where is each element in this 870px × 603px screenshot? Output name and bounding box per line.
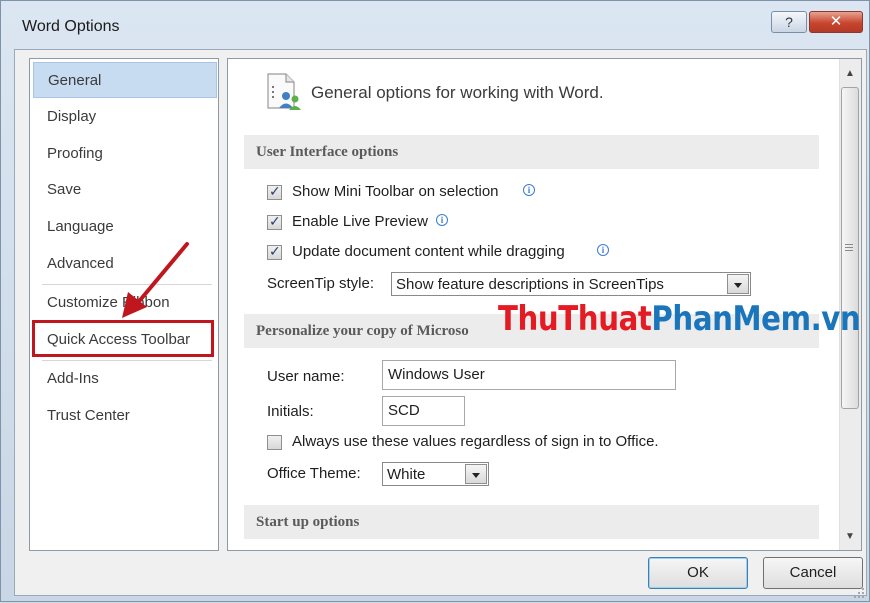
scroll-thumb[interactable] (841, 87, 859, 409)
nav-item-advanced[interactable]: Advanced (33, 246, 217, 282)
section-header-ui-options: User Interface options (244, 135, 819, 169)
username-input[interactable]: Windows User (382, 360, 676, 390)
info-icon: i (523, 184, 535, 196)
scroll-grip (845, 250, 853, 251)
options-nav: General Display Proofing Save Language A… (29, 58, 219, 551)
always-use-values-label: Always use these values regardless of si… (292, 433, 659, 450)
nav-item-add-ins[interactable]: Add-Ins (33, 361, 217, 397)
resize-grip-icon[interactable] (853, 587, 865, 599)
update-while-dragging-label: Update document content while dragging (292, 243, 565, 260)
mini-toolbar-label: Show Mini Toolbar on selection (292, 183, 499, 200)
nav-item-save[interactable]: Save (33, 172, 217, 208)
ok-button[interactable]: OK (648, 557, 748, 589)
section-header-startup: Start up options (244, 505, 819, 539)
nav-item-trust-center[interactable]: Trust Center (33, 398, 217, 434)
chevron-down-icon[interactable] (727, 274, 749, 294)
nav-item-display[interactable]: Display (33, 99, 217, 135)
username-label: User name: (267, 368, 345, 385)
screentip-style-select[interactable]: Show feature descriptions in ScreenTips (391, 272, 751, 296)
office-theme-select[interactable]: White (382, 462, 489, 486)
dialog-title: Word Options (22, 18, 120, 35)
content-header-text: General options for working with Word. (311, 83, 604, 102)
screentip-style-label: ScreenTip style: (267, 275, 374, 292)
screentip-style-value: Show feature descriptions in ScreenTips (396, 276, 664, 293)
quick-access-highlight-box (32, 320, 214, 357)
always-use-values-checkbox[interactable] (267, 435, 282, 450)
nav-item-language[interactable]: Language (33, 209, 217, 245)
info-icon: i (597, 244, 609, 256)
watermark-part-2: PhanMem.vn (651, 299, 861, 339)
initials-input[interactable]: SCD (382, 396, 465, 426)
live-preview-label: Enable Live Preview (292, 213, 428, 230)
general-options-icon (267, 73, 301, 110)
help-button[interactable]: ? (771, 11, 807, 33)
info-icon: i (436, 214, 448, 226)
live-preview-checkbox[interactable] (267, 213, 282, 230)
title-bar: Word Options ? ✕ (1, 1, 870, 51)
nav-item-proofing[interactable]: Proofing (33, 136, 217, 172)
watermark-logo: ThuThuatPhanMem.vn (498, 299, 861, 339)
update-while-dragging-checkbox[interactable] (267, 243, 282, 260)
scroll-down-icon[interactable]: ▼ (843, 530, 857, 544)
nav-item-general[interactable]: General (33, 62, 217, 98)
mini-toolbar-checkbox[interactable] (267, 183, 282, 200)
scroll-grip (845, 244, 853, 245)
chevron-down-icon[interactable] (465, 464, 487, 484)
office-theme-label: Office Theme: (267, 465, 361, 482)
watermark-part-1: ThuThuat (498, 299, 652, 339)
close-button[interactable]: ✕ (809, 11, 863, 33)
scroll-grip (845, 247, 853, 248)
office-theme-value: White (387, 466, 426, 483)
nav-item-customize-ribbon[interactable]: Customize Ribbon (33, 285, 217, 321)
initials-label: Initials: (267, 403, 314, 420)
cancel-button[interactable]: Cancel (763, 557, 863, 589)
scroll-up-icon[interactable]: ▲ (843, 67, 857, 81)
word-options-dialog: Word Options ? ✕ General Display Proofin… (0, 0, 870, 602)
